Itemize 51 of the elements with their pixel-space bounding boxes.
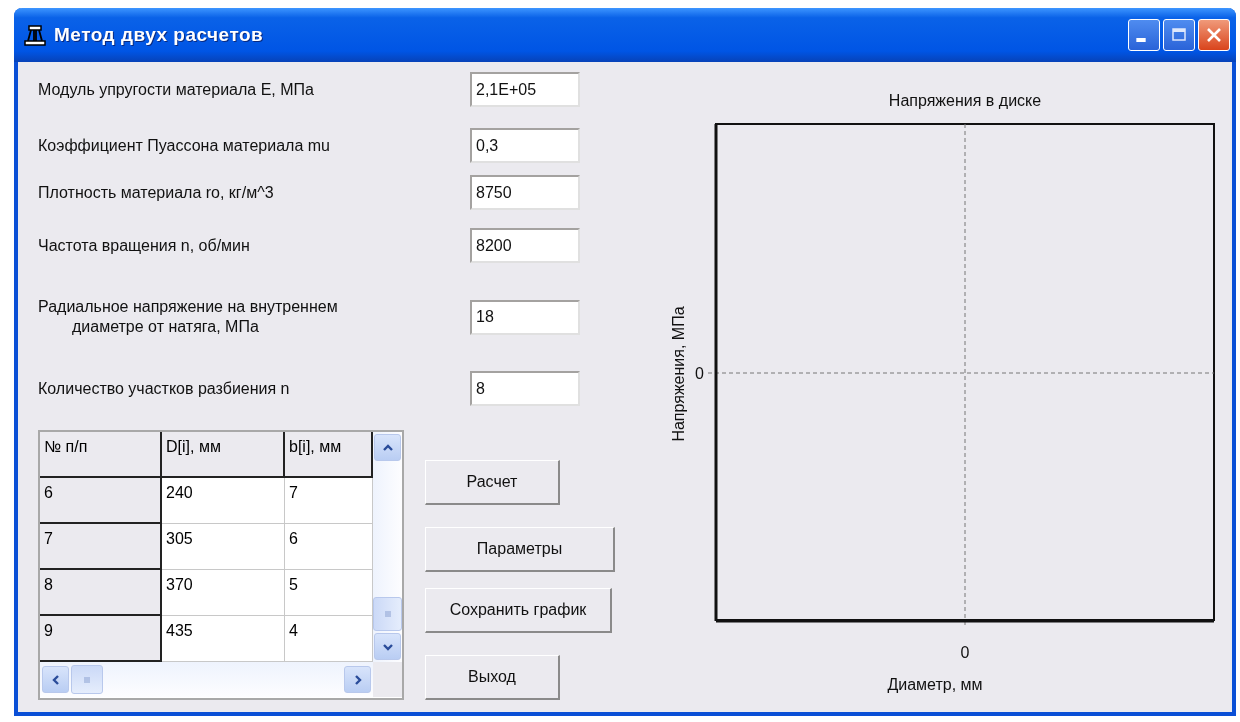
vertical-scrollbar[interactable] — [373, 432, 402, 662]
scroll-right-button[interactable] — [344, 666, 371, 693]
table-cell[interactable]: 5 — [285, 570, 373, 616]
field-label: Радиальное напряжение на внутреннем диаметре от натяга, МПа — [38, 297, 339, 337]
field-label: Количество участков разбиения n — [38, 378, 291, 399]
row-header-cell: 6 — [40, 478, 162, 524]
row-header-cell: 7 — [40, 524, 162, 570]
field-label: Модуль упругости материала E, МПа — [38, 79, 315, 100]
scrollbar-thumb[interactable] — [373, 597, 402, 631]
minimize-icon — [1136, 38, 1146, 42]
input-field[interactable]: 0,3 — [470, 128, 580, 163]
close-button[interactable] — [1198, 19, 1230, 51]
field-label: Частота вращения n, об/мин — [38, 235, 251, 256]
table-cell[interactable]: 7 — [285, 478, 373, 524]
axis-label: Диаметр, мм — [887, 676, 983, 693]
app-icon — [24, 24, 46, 46]
save-chart-button[interactable]: Сохранить график — [425, 588, 612, 633]
column-header: D[i], мм — [162, 432, 285, 478]
row-header-cell: 9 — [40, 616, 162, 662]
scroll-up-button[interactable] — [374, 434, 401, 461]
column-header: b[i], мм — [285, 432, 373, 478]
input-field[interactable]: 18 — [470, 299, 580, 335]
exit-button[interactable]: Выход — [425, 655, 560, 700]
column-header: № п/п — [40, 432, 162, 478]
axis-label: Напряжения, МПа — [670, 306, 687, 442]
input-field[interactable]: 8200 — [470, 228, 580, 263]
scroll-down-button[interactable] — [374, 633, 401, 660]
scroll-left-button[interactable] — [42, 666, 69, 693]
table-cell[interactable]: 305 — [162, 524, 285, 570]
table-cell[interactable]: 240 — [162, 478, 285, 524]
field-label: Коэффициент Пуассона материала mu — [38, 135, 331, 156]
tick-label: 0 — [960, 644, 970, 661]
horizontal-scrollbar[interactable] — [40, 662, 373, 697]
field-label: Плотность материала ro, кг/м^3 — [38, 182, 275, 203]
scrollbar-corner — [373, 662, 402, 697]
input-field[interactable]: 8 — [470, 371, 580, 406]
window-title: Метод двух расчетов — [54, 24, 265, 46]
table-cell[interactable]: 435 — [162, 616, 285, 662]
scrollbar-thumb[interactable] — [71, 665, 103, 694]
parameters-button[interactable]: Параметры — [425, 527, 615, 572]
table-cell[interactable]: 4 — [285, 616, 373, 662]
input-field[interactable]: 8750 — [470, 175, 580, 210]
minimize-button[interactable] — [1128, 19, 1160, 51]
table-cell[interactable]: 370 — [162, 570, 285, 616]
tick-label: 0 — [695, 365, 704, 382]
calculate-button[interactable]: Расчет — [425, 460, 560, 505]
input-field[interactable]: 2,1E+05 — [470, 72, 580, 107]
table-cell[interactable]: 6 — [285, 524, 373, 570]
row-header-cell: 8 — [40, 570, 162, 616]
chart-title: Напряжения в диске — [888, 92, 1042, 109]
maximize-button[interactable] — [1163, 19, 1195, 51]
